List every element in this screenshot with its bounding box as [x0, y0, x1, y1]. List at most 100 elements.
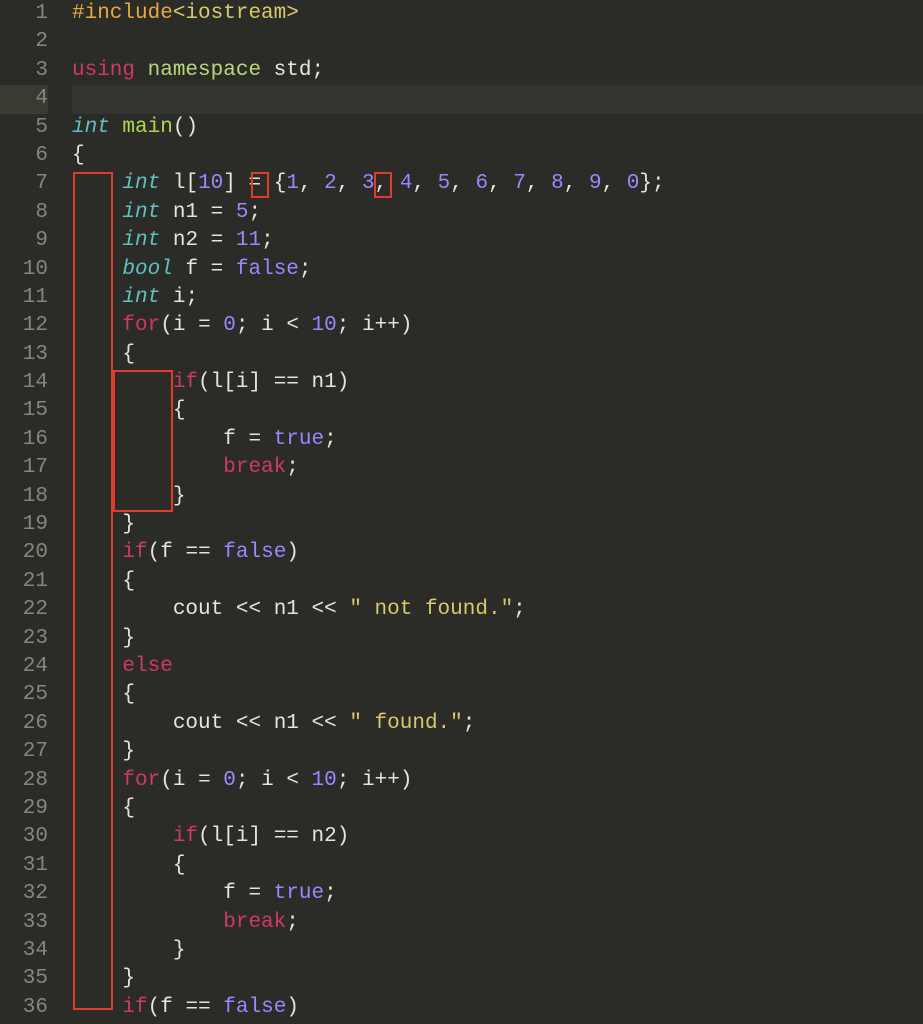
code-line[interactable]: int i; — [72, 284, 923, 312]
code-line[interactable]: cout << n1 << " found."; — [72, 710, 923, 738]
line-number: 9 — [0, 227, 48, 255]
token-sp — [299, 371, 312, 394]
token-sp — [160, 229, 173, 252]
token-op: ++ — [375, 769, 400, 792]
token-punc: ) — [286, 996, 299, 1019]
code-line[interactable]: } — [72, 965, 923, 993]
code-line[interactable]: { — [72, 568, 923, 596]
code-line[interactable]: if(l[i] == n1) — [72, 369, 923, 397]
token-sp — [236, 172, 249, 195]
token-num: 9 — [589, 172, 602, 195]
token-num: 0 — [627, 172, 640, 195]
token-op: << — [312, 712, 337, 735]
token-punc: , — [450, 172, 475, 195]
code-line[interactable]: for(i = 0; i < 10; i++) — [72, 767, 923, 795]
token-punc: , — [564, 172, 589, 195]
token-op: = — [248, 428, 261, 451]
token-punc: ) — [400, 769, 413, 792]
token-sp — [261, 712, 274, 735]
code-line[interactable]: { — [72, 852, 923, 880]
code-line[interactable]: int main() — [72, 114, 923, 142]
code-line[interactable]: if(f == false) — [72, 539, 923, 567]
token-bool: true — [274, 882, 324, 905]
code-line[interactable]: f = true; — [72, 426, 923, 454]
token-punc: ( — [148, 996, 161, 1019]
token-sp — [299, 769, 312, 792]
token-punc: ; — [185, 286, 198, 309]
code-line[interactable]: } — [72, 483, 923, 511]
token-punc: , — [526, 172, 551, 195]
line-number: 29 — [0, 795, 48, 823]
token-num: 10 — [312, 769, 337, 792]
code-editor[interactable]: 1234567891011121314151617181920212223242… — [0, 0, 923, 1024]
code-line[interactable]: int n1 = 5; — [72, 199, 923, 227]
token-sp — [72, 570, 122, 593]
line-number: 15 — [0, 397, 48, 425]
token-num: 6 — [475, 172, 488, 195]
token-sp — [261, 172, 274, 195]
token-num: 3 — [362, 172, 375, 195]
token-id: i — [362, 769, 375, 792]
token-sp — [72, 513, 122, 536]
code-line[interactable]: int n2 = 11; — [72, 227, 923, 255]
code-line[interactable]: int l[10] = {1, 2, 3, 4, 5, 6, 7, 8, 9, … — [72, 170, 923, 198]
token-id: std — [274, 59, 312, 82]
token-id: i — [261, 769, 274, 792]
code-line[interactable] — [72, 85, 923, 113]
code-line[interactable]: { — [72, 341, 923, 369]
token-sp — [274, 769, 287, 792]
code-line[interactable]: } — [72, 738, 923, 766]
code-line[interactable]: { — [72, 397, 923, 425]
token-sp — [110, 116, 123, 139]
token-punc: } — [173, 485, 186, 508]
token-num: 10 — [312, 314, 337, 337]
code-line[interactable]: cout << n1 << " not found."; — [72, 596, 923, 624]
token-punc: ; — [236, 769, 261, 792]
code-line[interactable]: f = true; — [72, 880, 923, 908]
code-line[interactable]: if(f == false) — [72, 994, 923, 1022]
token-id: i — [173, 286, 186, 309]
token-sp — [72, 939, 173, 962]
code-line[interactable]: if(l[i] == n2) — [72, 823, 923, 851]
code-line[interactable]: } — [72, 625, 923, 653]
token-punc: { — [122, 683, 135, 706]
token-op: ++ — [375, 314, 400, 337]
token-id: f — [223, 882, 236, 905]
token-sp — [72, 229, 122, 252]
line-number: 11 — [0, 284, 48, 312]
token-sp — [185, 314, 198, 337]
token-id: n2 — [173, 229, 198, 252]
token-sp — [72, 258, 122, 281]
token-op: == — [274, 825, 299, 848]
line-number: 12 — [0, 312, 48, 340]
code-line[interactable]: for(i = 0; i < 10; i++) — [72, 312, 923, 340]
code-area[interactable]: #include<iostream>using namespace std;in… — [60, 0, 923, 1024]
line-number: 33 — [0, 909, 48, 937]
code-line[interactable]: { — [72, 681, 923, 709]
token-num: 10 — [198, 172, 223, 195]
code-line[interactable]: #include<iostream> — [72, 0, 923, 28]
code-line[interactable]: using namespace std; — [72, 57, 923, 85]
line-number: 27 — [0, 738, 48, 766]
code-line[interactable]: break; — [72, 909, 923, 937]
token-sp — [236, 428, 249, 451]
code-line[interactable] — [72, 28, 923, 56]
code-line[interactable]: } — [72, 511, 923, 539]
code-line[interactable]: } — [72, 937, 923, 965]
token-sp — [160, 172, 173, 195]
code-line[interactable]: bool f = false; — [72, 256, 923, 284]
token-sp — [72, 343, 122, 366]
token-sp — [274, 314, 287, 337]
token-id: n1 — [312, 371, 337, 394]
token-bool: false — [223, 541, 286, 564]
code-line[interactable]: break; — [72, 454, 923, 482]
token-num: 2 — [324, 172, 337, 195]
token-op: << — [236, 712, 261, 735]
token-sp — [173, 541, 186, 564]
code-line[interactable]: { — [72, 142, 923, 170]
token-punc: }; — [639, 172, 664, 195]
token-sp — [72, 769, 122, 792]
code-line[interactable]: { — [72, 795, 923, 823]
code-line[interactable]: else — [72, 653, 923, 681]
token-ns: namespace — [148, 59, 261, 82]
